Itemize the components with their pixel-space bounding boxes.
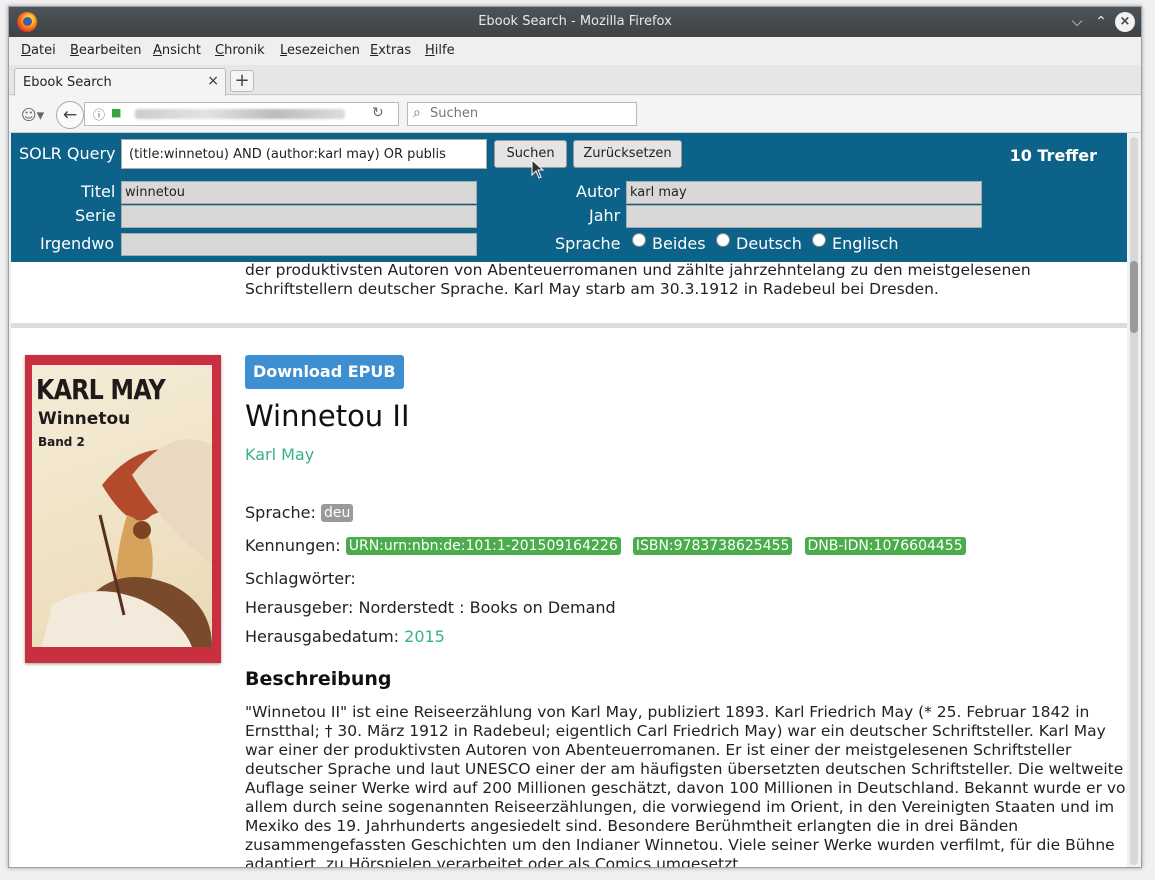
identifier-urn-badge: URN:urn:nbn:de:101:1-201509164226	[345, 537, 621, 555]
year-input[interactable]	[626, 205, 982, 228]
title-label: Titel	[81, 182, 116, 201]
identifiers-row: Kennungen: URN:urn:nbn:de:101:1-20150916…	[245, 536, 973, 555]
book-description: "Winnetou II" ist eine Reiseerzählung vo…	[245, 703, 1132, 868]
hits-count: 10 Treffer	[1009, 146, 1097, 165]
series-input[interactable]	[121, 205, 477, 228]
page-scrollbar[interactable]	[1127, 133, 1141, 867]
cover-author: KARL MAY	[36, 373, 166, 406]
solr-query-label: SOLR Query	[19, 144, 116, 163]
menu-bearbeiten[interactable]: Bearbeiten	[70, 43, 141, 58]
menu-hilfe[interactable]: Hilfe	[425, 43, 455, 58]
radio-englisch-label[interactable]: Englisch	[832, 234, 899, 253]
date-label: Herausgabedatum:	[245, 627, 400, 646]
browser-window: Ebook Search - Mozilla Firefox ⌵ ⌃ × Dat…	[8, 6, 1142, 868]
year-label: Jahr	[589, 206, 621, 225]
author-label: Autor	[576, 182, 620, 201]
menu-extras[interactable]: Extras	[370, 43, 411, 58]
web-search-bar[interactable]: ⌕	[407, 102, 637, 126]
search-icon: ⌕	[413, 105, 421, 121]
radio-englisch[interactable]	[812, 233, 826, 247]
back-button[interactable]: ←	[56, 101, 84, 129]
publisher-label: Herausgeber:	[245, 598, 354, 617]
title-bar: Ebook Search - Mozilla Firefox ⌵ ⌃ ×	[9, 7, 1141, 37]
radio-deutsch-label[interactable]: Deutsch	[736, 234, 802, 253]
window-title: Ebook Search - Mozilla Firefox	[478, 14, 672, 29]
publisher-value: Norderstedt : Books on Demand	[358, 598, 616, 617]
language-row: Sprache: deu	[245, 503, 360, 522]
menu-bar: Datei Bearbeiten Ansicht Chronik Lesezei…	[9, 37, 1141, 65]
menu-chronik[interactable]: Chronik	[215, 43, 265, 58]
lock-icon: ■	[111, 106, 122, 119]
keywords-row: Schlagwörter:	[245, 569, 356, 588]
web-search-input[interactable]	[430, 106, 630, 121]
language-label: Sprache:	[245, 503, 316, 522]
previous-result-description: der produktivsten Autoren von Abenteuerr…	[245, 261, 1031, 298]
keywords-label: Schlagwörter:	[245, 569, 356, 588]
identifiers-label: Kennungen:	[245, 536, 341, 555]
scrollbar-track[interactable]	[1130, 137, 1138, 865]
radio-beides-label[interactable]: Beides	[652, 234, 706, 253]
menu-ansicht[interactable]: Ansicht	[153, 43, 201, 58]
reset-button[interactable]: Zurücksetzen	[573, 140, 682, 168]
title-input[interactable]	[121, 181, 477, 204]
anywhere-input[interactable]	[121, 233, 477, 256]
scrollbar-thumb[interactable]	[1130, 261, 1138, 333]
identifier-isbn-badge: ISBN:9783738625455	[632, 537, 793, 555]
reload-icon[interactable]: ↻	[372, 105, 384, 121]
new-tab-button[interactable]: +	[230, 70, 254, 92]
date-row: Herausgabedatum: 2015	[245, 627, 445, 646]
tab-strip: Ebook Search × +	[9, 65, 1141, 96]
description-heading: Beschreibung	[245, 668, 392, 690]
navigation-bar: ☺▾ ← ⓘ ■ ↻ ⌕	[9, 96, 1141, 133]
language-badge: deu	[320, 504, 354, 522]
tab-close-icon[interactable]: ×	[207, 73, 219, 89]
download-epub-button[interactable]: Download EPUB	[245, 355, 404, 389]
maximize-icon[interactable]: ⌃	[1091, 12, 1111, 32]
radio-beides[interactable]	[632, 233, 646, 247]
mouse-pointer-icon	[531, 159, 545, 179]
solr-query-input[interactable]	[121, 139, 487, 169]
language-filter-label: Sprache	[555, 234, 621, 253]
cover-title: Winnetou	[38, 409, 131, 429]
query-panel: SOLR Query Suchen Zurücksetzen 10 Treffe…	[11, 133, 1127, 262]
close-window-icon[interactable]: ×	[1115, 12, 1135, 32]
arrow-left-icon: ←	[62, 105, 78, 125]
url-text	[135, 109, 345, 119]
cover-band: Band 2	[38, 435, 85, 449]
book-author-link[interactable]: Karl May	[245, 445, 314, 464]
publisher-row: Herausgeber: Norderstedt : Books on Dema…	[245, 598, 616, 617]
date-value: 2015	[404, 627, 445, 646]
page-viewport: der produktivsten Autoren von Abenteuerr…	[11, 133, 1141, 868]
book-title: Winnetou II	[245, 399, 410, 433]
book-cover: KARL MAY Winnetou Band 2	[25, 355, 221, 663]
toolbar-menu-icon[interactable]: ☺▾	[21, 106, 44, 124]
cover-artwork: KARL MAY Winnetou Band 2	[32, 365, 212, 647]
menu-datei[interactable]: Datei	[21, 43, 56, 58]
info-icon[interactable]: ⓘ	[93, 106, 105, 123]
tab-ebook-search[interactable]: Ebook Search ×	[14, 68, 226, 96]
identifier-dnb-badge: DNB-IDN:1076604455	[804, 537, 966, 555]
cover-illustration	[42, 439, 212, 647]
anywhere-label: Irgendwo	[40, 234, 115, 253]
series-label: Serie	[75, 206, 116, 225]
author-input[interactable]	[626, 181, 982, 204]
url-bar[interactable]: ⓘ ■ ↻	[84, 102, 399, 126]
result-divider	[11, 323, 1127, 328]
menu-lesezeichen[interactable]: Lesezeichen	[280, 43, 360, 58]
tab-label: Ebook Search	[23, 75, 112, 90]
minimize-icon[interactable]: ⌵	[1067, 12, 1087, 32]
radio-deutsch[interactable]	[716, 233, 730, 247]
